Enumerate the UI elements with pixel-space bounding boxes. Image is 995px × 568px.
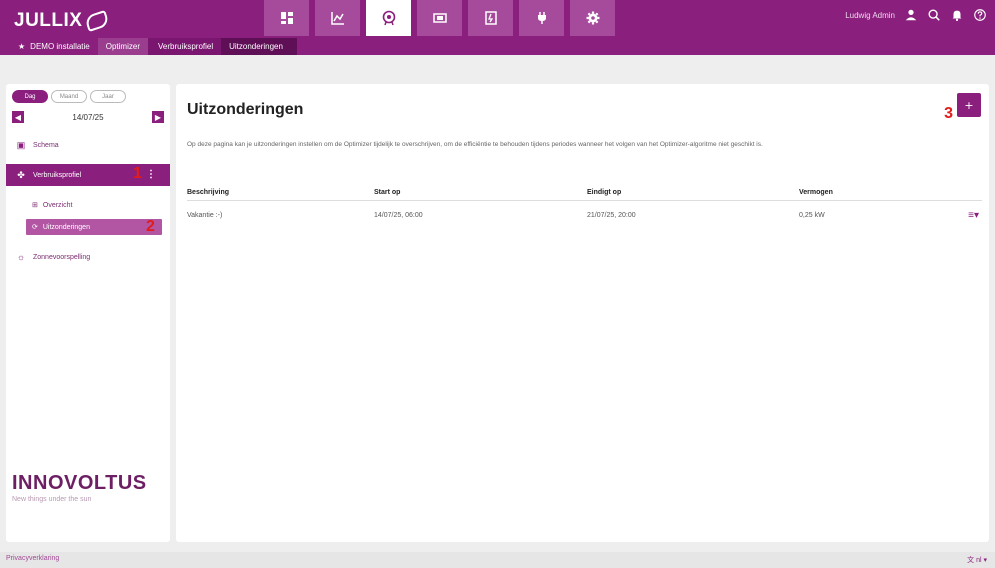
top-bar: JULLIX Ludwig Admin ★ DEMO installatie O… <box>0 0 995 55</box>
sidebar-item-label: Zonnevoorspelling <box>33 253 91 261</box>
page-title: Uitzonderingen <box>187 101 304 118</box>
sidebar-item-uitzonderingen[interactable]: ⟳ Uitzonderingen <box>26 219 162 235</box>
main-nav <box>264 0 615 36</box>
optimizer-icon <box>382 10 395 26</box>
dashboard-icon <box>280 12 293 24</box>
grid-icon: ⊞ <box>32 202 38 209</box>
period-toggle: Dag Maand Jaar <box>12 90 126 103</box>
chart-nav-button[interactable] <box>315 0 360 36</box>
table-row[interactable]: Vakantie :-) 14/07/25, 06:00 21/07/25, 2… <box>187 201 982 229</box>
sidebar-item-schema[interactable]: ▣ Schema <box>6 134 170 156</box>
plug-nav-button[interactable] <box>519 0 564 36</box>
exception-icon: ⟳ <box>32 224 38 231</box>
logo-mark-icon <box>84 9 111 33</box>
help-icon[interactable] <box>973 8 987 22</box>
exceptions-table: Beschrijving Start op Eindigt op Vermoge… <box>187 184 982 229</box>
settings-nav-button[interactable] <box>570 0 615 36</box>
column-header: Start op <box>374 188 401 196</box>
sidebar-item-zonnevoorspelling[interactable]: ☼ Zonnevoorspelling <box>6 246 170 268</box>
row-menu-button[interactable]: ≡▾ <box>949 210 979 221</box>
calendar-icon: ▣ <box>16 139 26 150</box>
cell-power: 0,25 kW <box>799 211 825 219</box>
language-selector[interactable]: 文 nl ▾ <box>967 555 987 565</box>
gear-icon <box>586 11 599 25</box>
breadcrumb-home[interactable]: ★ DEMO installatie <box>0 38 98 55</box>
star-icon: ★ <box>18 42 26 51</box>
sidebar-item-overzicht[interactable]: ⊞ Overzicht <box>26 197 72 213</box>
brand-name: INNOVOLTUS <box>12 472 147 494</box>
user-area: Ludwig Admin <box>845 8 987 22</box>
optimizer-nav-button[interactable] <box>366 0 411 36</box>
sidebar-item-label: Uitzonderingen <box>42 223 90 231</box>
marker-3: 3 <box>944 105 953 122</box>
meter-nav-button[interactable] <box>468 0 513 36</box>
privacy-link[interactable]: Privacyverklaring <box>6 555 59 562</box>
jullix-logo[interactable]: JULLIX <box>14 9 111 33</box>
user-name[interactable]: Ludwig Admin <box>845 11 895 20</box>
sidebar-item-verbruiksprofiel[interactable]: ✤ Verbruiksprofiel ⋮ <box>6 164 170 186</box>
chart-icon <box>330 12 344 25</box>
plug-icon <box>537 12 546 24</box>
battery-nav-button[interactable] <box>417 0 462 36</box>
period-month[interactable]: Maand <box>51 90 87 103</box>
breadcrumb-uitzonderingen[interactable]: Uitzonderingen <box>221 38 297 55</box>
current-date[interactable]: 14/07/25 <box>72 113 103 122</box>
more-menu-icon[interactable]: ⋮ <box>146 169 156 180</box>
sidebar-item-label: Overzicht <box>42 201 73 209</box>
sidebar: Dag Maand Jaar ◀ 14/07/25 ▶ ▣ Schema ✤ V… <box>6 84 170 542</box>
sidebar-item-label: Schema <box>33 141 59 149</box>
brand-tagline: New things under the sun <box>12 496 92 503</box>
menu-icon: ≡▾ <box>968 209 979 221</box>
cell-start: 14/07/25, 06:00 <box>374 211 423 219</box>
column-header: Eindigt op <box>587 188 622 196</box>
breadcrumb-optimizer[interactable]: Optimizer <box>97 38 148 55</box>
date-selector: ◀ 14/07/25 ▶ <box>12 110 164 124</box>
sun-icon: ☼ <box>16 252 26 262</box>
main-panel: Uitzonderingen 3 + Op deze pagina kan je… <box>176 84 989 542</box>
logo-text: JULLIX <box>14 10 83 31</box>
breadcrumb-verbruiksprofiel[interactable]: Verbruiksprofiel <box>147 38 222 55</box>
dashboard-nav-button[interactable] <box>264 0 309 36</box>
meter-icon <box>484 11 497 25</box>
column-header: Beschrijving <box>187 188 230 196</box>
period-year[interactable]: Jaar <box>90 90 126 103</box>
breadcrumb-installation: DEMO installatie <box>30 42 90 51</box>
user-icon[interactable] <box>904 8 918 22</box>
battery-icon <box>432 13 447 23</box>
innovoltus-logo: INNOVOLTUS New things under the sun <box>12 472 147 503</box>
period-day[interactable]: Dag <box>12 90 48 103</box>
next-date-button[interactable]: ▶ <box>151 111 164 123</box>
column-header: Vermogen <box>799 188 833 196</box>
breadcrumb: ★ DEMO installatie Optimizer Verbruikspr… <box>0 38 297 55</box>
footer: Privacyverklaring 文 nl ▾ <box>0 552 995 568</box>
page-description: Op deze pagina kan je uitzonderingen ins… <box>187 141 763 148</box>
bell-icon[interactable] <box>950 8 964 22</box>
add-exception-button[interactable]: + <box>957 93 981 117</box>
prev-date-button[interactable]: ◀ <box>12 111 24 123</box>
consumption-icon: ✤ <box>17 169 25 180</box>
cell-description: Vakantie :-) <box>187 211 223 219</box>
cell-end: 21/07/25, 20:00 <box>587 211 636 219</box>
marker-1: 1 <box>133 165 142 182</box>
table-header: Beschrijving Start op Eindigt op Vermoge… <box>187 184 982 201</box>
sidebar-item-label: Verbruiksprofiel <box>33 171 82 179</box>
search-icon[interactable] <box>927 8 941 22</box>
marker-2: 2 <box>146 218 155 235</box>
